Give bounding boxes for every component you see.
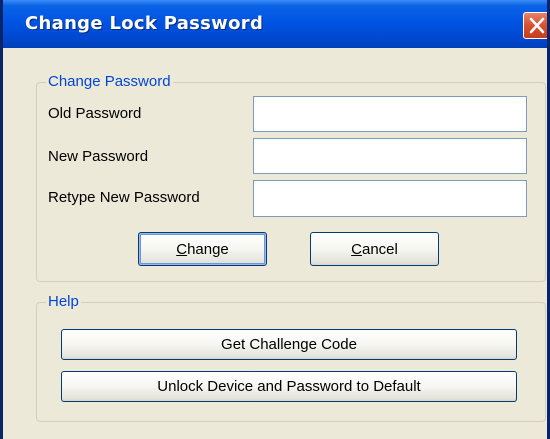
title-bar[interactable]: Change Lock Password	[3, 0, 547, 48]
close-button[interactable]	[523, 12, 547, 39]
change-password-group-title: Change Password	[46, 73, 173, 90]
dialog-window: Change Lock Password Change Password Old…	[0, 0, 550, 439]
get-challenge-code-button[interactable]: Get Challenge Code	[61, 329, 517, 360]
cancel-button[interactable]: Cancel	[310, 232, 439, 266]
help-group-title: Help	[46, 293, 81, 310]
new-password-field[interactable]	[253, 138, 527, 174]
old-password-field[interactable]	[253, 96, 527, 132]
old-password-label: Old Password	[48, 105, 142, 122]
retype-password-label: Retype New Password	[48, 189, 200, 206]
close-icon	[529, 17, 545, 34]
help-group: Help Get Challenge Code Unlock Device an…	[36, 294, 546, 422]
change-button[interactable]: Change	[138, 232, 267, 266]
window-title: Change Lock Password	[25, 13, 264, 34]
new-password-label: New Password	[48, 148, 149, 165]
retype-password-field[interactable]	[253, 180, 527, 217]
change-password-group: Change Password Old Password New Passwor…	[36, 74, 546, 282]
unlock-device-button[interactable]: Unlock Device and Password to Default	[61, 371, 517, 402]
